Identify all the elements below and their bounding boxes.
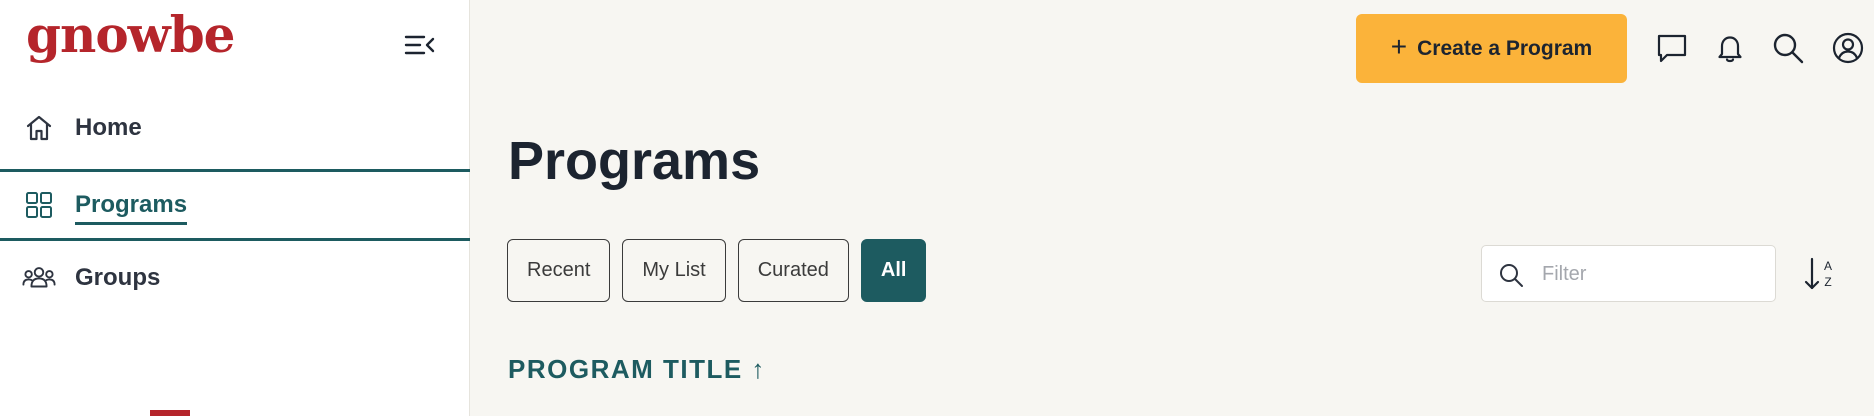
create-program-label: Create a Program: [1417, 36, 1593, 60]
tab-all[interactable]: All: [860, 239, 927, 302]
home-icon: [22, 111, 56, 145]
sidebar-item-groups[interactable]: Groups: [0, 242, 470, 314]
plus-icon: +: [1390, 31, 1408, 62]
sidebar-item-label: Groups: [75, 264, 161, 291]
sort-az-icon[interactable]: A Z: [1804, 256, 1838, 292]
filter-input[interactable]: [1542, 256, 1762, 292]
program-title-column-header[interactable]: PROGRAM TITLE ↑: [508, 354, 766, 385]
tab-my-list[interactable]: My List: [622, 239, 726, 302]
create-program-button[interactable]: + Create a Program: [1356, 14, 1627, 83]
svg-text:Z: Z: [1824, 275, 1831, 289]
tab-recent[interactable]: Recent: [507, 239, 611, 302]
help-tab[interactable]: [150, 410, 190, 416]
sidebar-item-programs[interactable]: Programs: [0, 169, 470, 241]
sidebar-item-home[interactable]: Home: [0, 92, 470, 164]
page-title: Programs: [508, 131, 761, 191]
search-icon: [1498, 262, 1524, 293]
gnowbe-logo[interactable]: gnowbe: [26, 10, 235, 60]
filter-field[interactable]: [1481, 245, 1776, 302]
tab-curated[interactable]: Curated: [737, 239, 849, 302]
sidebar: gnowbe Home Programs Groups: [0, 0, 470, 416]
svg-text:A: A: [1824, 259, 1832, 273]
grid-icon: [22, 188, 56, 222]
sidebar-item-label: Programs: [75, 191, 188, 225]
collapse-sidebar-icon[interactable]: [404, 30, 436, 60]
sidebar-item-label: Home: [75, 114, 142, 141]
users-icon: [22, 261, 56, 295]
chat-icon[interactable]: [1654, 30, 1690, 66]
search-icon[interactable]: [1770, 30, 1806, 66]
program-tabs: Recent My List Curated All: [507, 239, 927, 302]
user-icon[interactable]: [1830, 30, 1866, 66]
bell-icon[interactable]: [1712, 30, 1748, 66]
